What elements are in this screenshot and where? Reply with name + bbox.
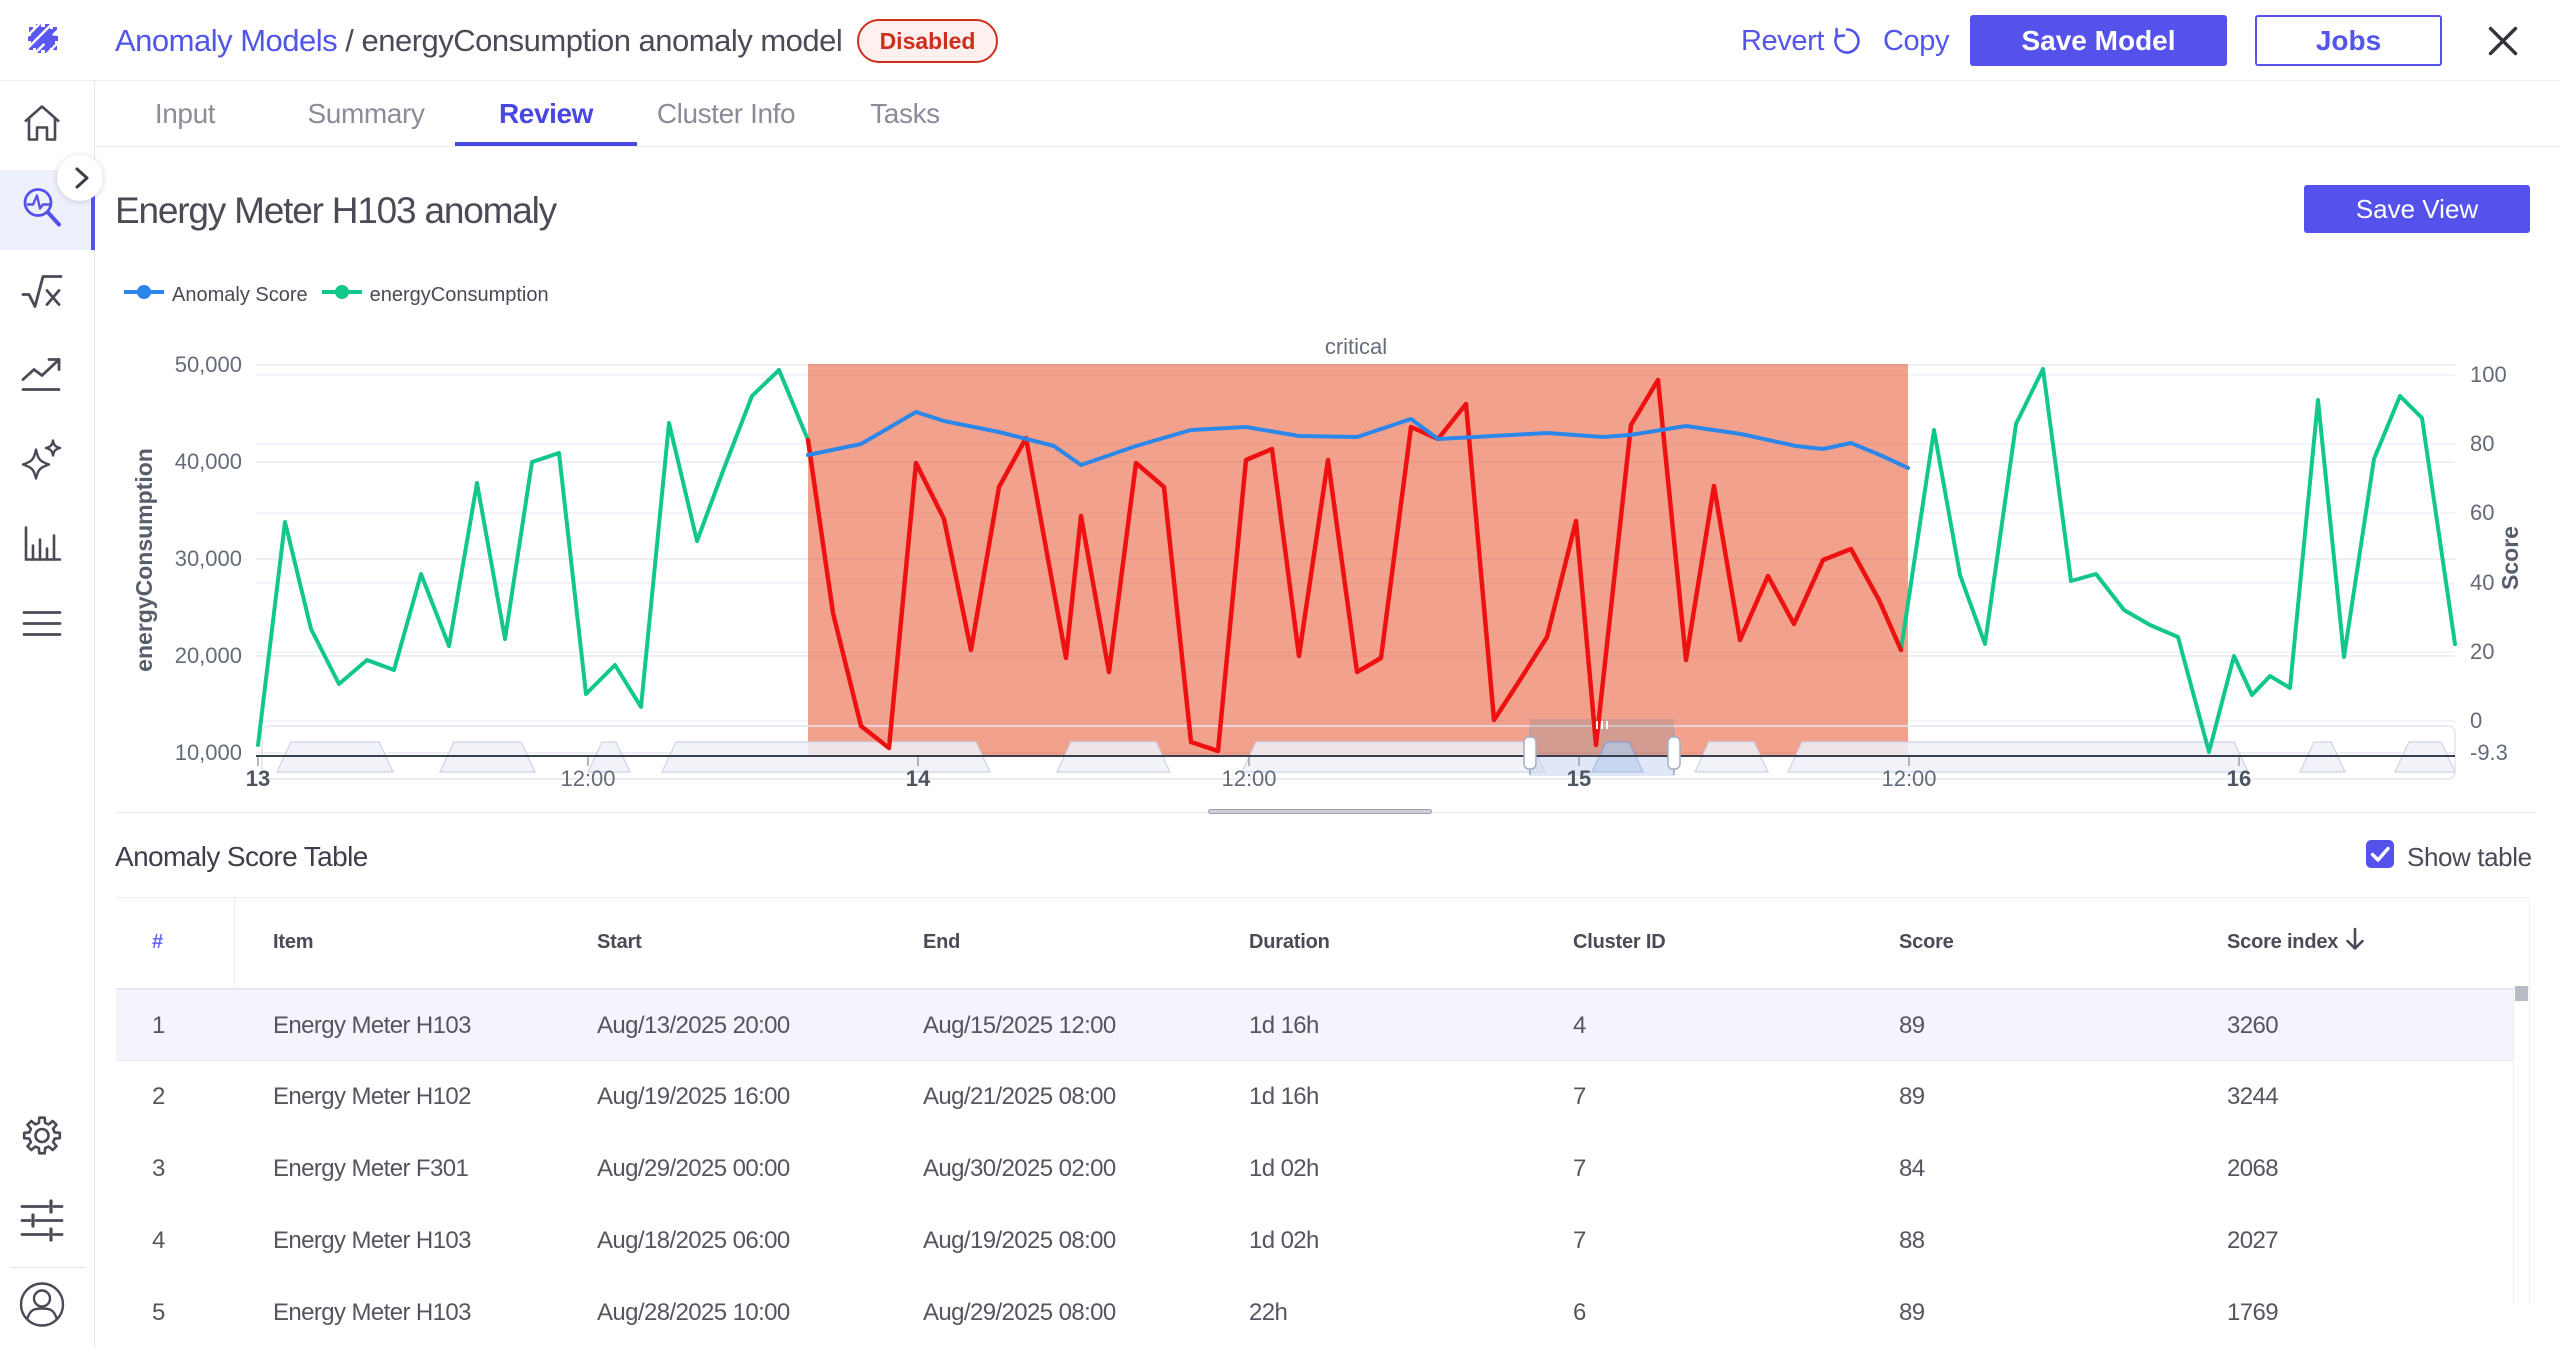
svg-text:100: 100 — [2470, 362, 2507, 387]
svg-text:Score: Score — [2497, 526, 2523, 590]
svg-text:16: 16 — [2227, 766, 2251, 791]
svg-text:15: 15 — [1567, 766, 1591, 791]
svg-text:60: 60 — [2470, 500, 2494, 525]
svg-text:12:00: 12:00 — [1881, 766, 1936, 791]
svg-text:-9.3: -9.3 — [2470, 740, 2508, 765]
svg-text:13: 13 — [246, 766, 270, 791]
svg-text:critical: critical — [1325, 334, 1387, 359]
svg-text:50,000: 50,000 — [175, 352, 242, 377]
svg-text:20: 20 — [2470, 639, 2494, 664]
svg-text:10,000: 10,000 — [175, 740, 242, 765]
svg-text:20,000: 20,000 — [175, 643, 242, 668]
svg-text:energyConsumption: energyConsumption — [131, 448, 157, 672]
svg-text:12:00: 12:00 — [1221, 766, 1276, 791]
svg-text:14: 14 — [906, 766, 931, 791]
svg-text:0: 0 — [2470, 708, 2482, 733]
svg-text:80: 80 — [2470, 431, 2494, 456]
svg-text:12:00: 12:00 — [560, 766, 615, 791]
svg-text:30,000: 30,000 — [175, 546, 242, 571]
svg-text:40,000: 40,000 — [175, 449, 242, 474]
svg-text:40: 40 — [2470, 570, 2494, 595]
